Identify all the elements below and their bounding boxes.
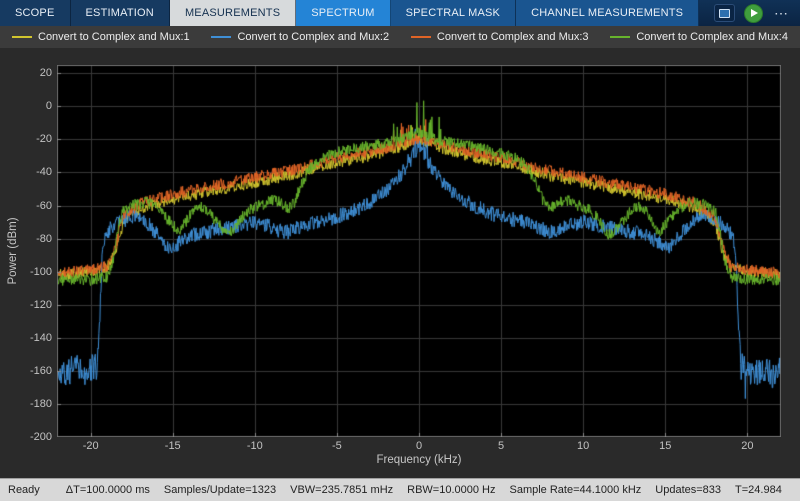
x-tick-label: -15	[153, 440, 193, 452]
legend-label-trace4: Convert to Complex and Mux:4	[636, 31, 788, 43]
y-tick-label: -80	[6, 232, 52, 246]
status-samples: Samples/Update=1323	[164, 484, 276, 496]
trace2-color-swatch	[211, 36, 231, 38]
tab-estimation[interactable]: ESTIMATION	[71, 0, 170, 26]
x-tick-label: 15	[645, 440, 685, 452]
status-ready: Ready	[8, 484, 40, 496]
y-tick-label: 0	[6, 99, 52, 113]
tab-spectrum[interactable]: SPECTRUM	[296, 0, 390, 26]
status-sample-rate: Sample Rate=44.1000 kHz	[510, 484, 642, 496]
tab-measurements[interactable]: MEASUREMENTS	[170, 0, 296, 26]
y-tick-label: -20	[6, 132, 52, 146]
tab-scope[interactable]: SCOPE	[0, 0, 71, 26]
status-updates: Updates=833	[655, 484, 721, 496]
y-tick-label: -180	[6, 397, 52, 411]
status-vbw: VBW=235.7851 mHz	[290, 484, 393, 496]
y-tick-label: -120	[6, 298, 52, 312]
y-tick-label: -40	[6, 165, 52, 179]
x-tick-label: -5	[317, 440, 357, 452]
toolstrip-tab-bar: SCOPE ESTIMATION MEASUREMENTS SPECTRUM S…	[0, 0, 800, 26]
y-tick-label: -200	[6, 430, 52, 444]
x-tick-label: -20	[71, 440, 111, 452]
x-tick-label: 0	[399, 440, 439, 452]
x-tick-label: 5	[481, 440, 521, 452]
x-tick-label: -10	[235, 440, 275, 452]
x-tick-label: 10	[563, 440, 603, 452]
status-sim-time: T=24.984	[735, 484, 782, 496]
legend-label-trace2: Convert to Complex and Mux:2	[237, 31, 389, 43]
legend-bar: Convert to Complex and Mux:1 Convert to …	[0, 26, 800, 48]
legend-label-trace3: Convert to Complex and Mux:3	[437, 31, 589, 43]
legend-item-trace4[interactable]: Convert to Complex and Mux:4	[610, 31, 788, 43]
trace1-color-swatch	[12, 36, 32, 38]
status-bar: Ready ΔT=100.0000 ms Samples/Update=1323…	[0, 478, 800, 501]
legend-item-trace2[interactable]: Convert to Complex and Mux:2	[211, 31, 389, 43]
display-settings-button[interactable]	[714, 4, 735, 22]
status-delta-t: ΔT=100.0000 ms	[66, 484, 150, 496]
legend-item-trace3[interactable]: Convert to Complex and Mux:3	[411, 31, 589, 43]
legend-item-trace1[interactable]: Convert to Complex and Mux:1	[12, 31, 190, 43]
spectrum-analyzer-window: SCOPE ESTIMATION MEASUREMENTS SPECTRUM S…	[0, 0, 800, 500]
y-tick-label: -160	[6, 364, 52, 378]
tab-spectral-mask[interactable]: SPECTRAL MASK	[391, 0, 517, 26]
x-tick-label: 20	[727, 440, 767, 452]
y-tick-label: -140	[6, 331, 52, 345]
trace4-color-swatch	[610, 36, 630, 38]
run-button[interactable]	[744, 4, 763, 23]
y-tick-label: -60	[6, 199, 52, 213]
more-options-icon[interactable]: ⋯	[772, 6, 790, 20]
y-tick-label: -100	[6, 265, 52, 279]
plot-region: Power (dBm) Frequency (kHz) 200-20-40-60…	[0, 48, 800, 478]
spectrum-plot-canvas[interactable]	[57, 65, 781, 437]
play-icon	[751, 9, 758, 17]
y-tick-label: 20	[6, 66, 52, 80]
legend-label-trace1: Convert to Complex and Mux:1	[38, 31, 190, 43]
tab-channel-measurements[interactable]: CHANNEL MEASUREMENTS	[516, 0, 699, 26]
display-icon	[719, 9, 730, 18]
status-rbw: RBW=10.0000 Hz	[407, 484, 495, 496]
x-axis-label: Frequency (kHz)	[57, 454, 781, 466]
toolbar-right: ⋯	[704, 0, 800, 26]
trace3-color-swatch	[411, 36, 431, 38]
